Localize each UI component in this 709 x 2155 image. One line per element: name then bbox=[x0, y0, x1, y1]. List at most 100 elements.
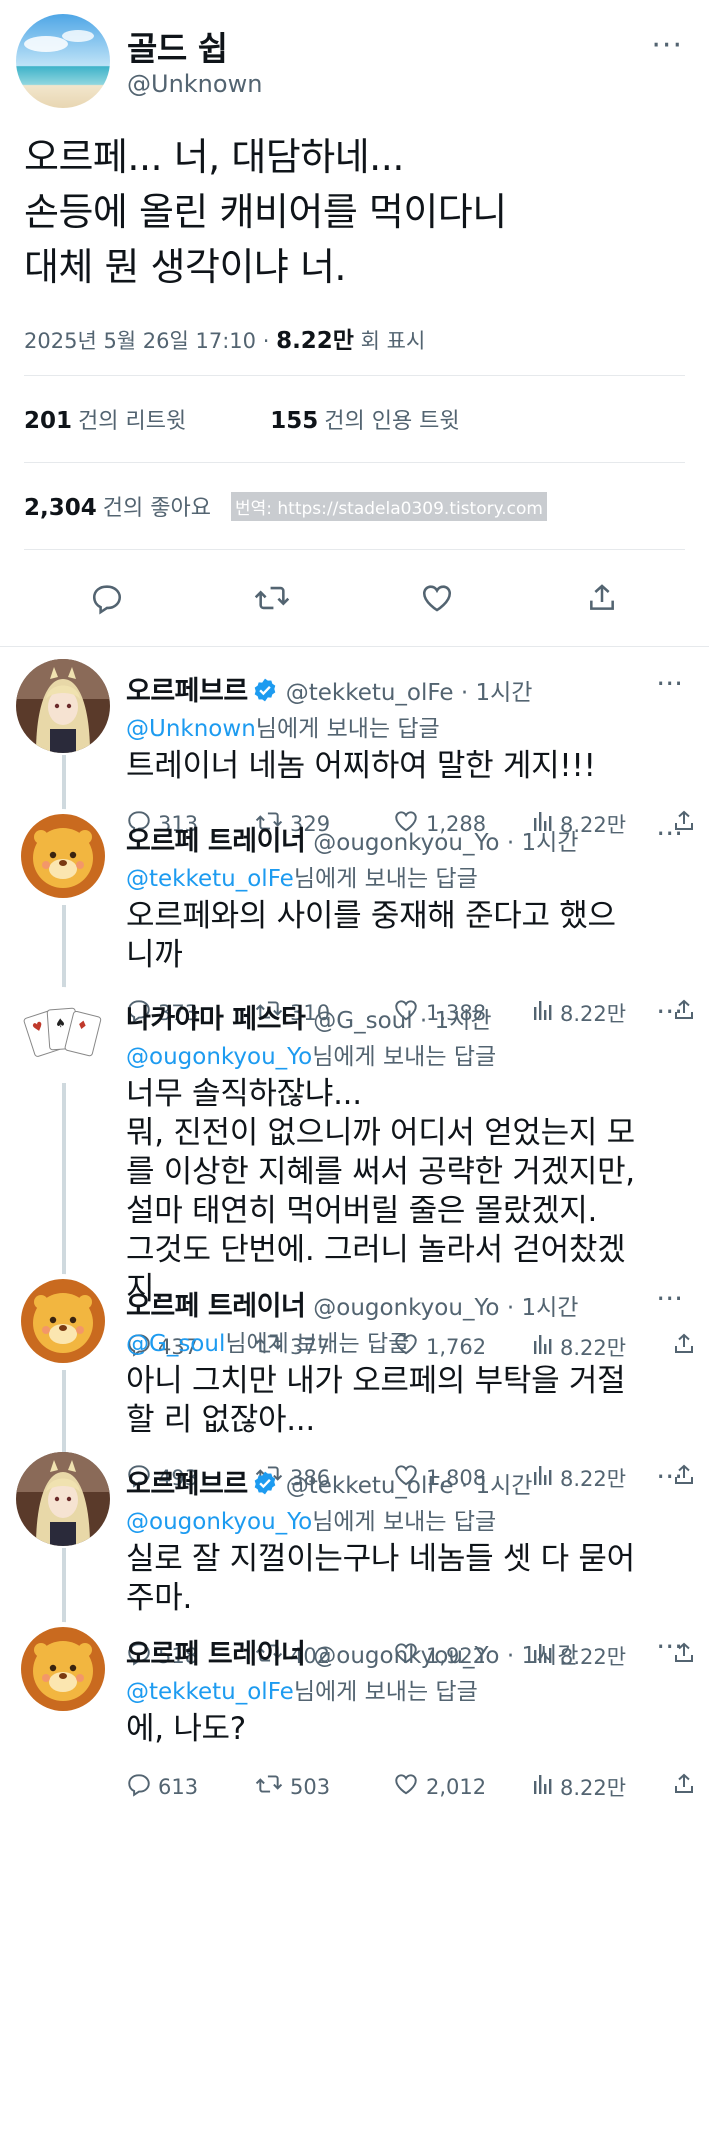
reply-to-handle[interactable]: @G_soul bbox=[126, 1331, 225, 1357]
views-count: 8.22만 bbox=[560, 1775, 627, 1800]
reply-text-line: 뭐, 진전이 없으니까 어디서 얻었는지 모 bbox=[126, 1115, 635, 1151]
avatar[interactable] bbox=[16, 1622, 110, 1716]
heart-icon bbox=[392, 1771, 426, 1802]
reply-text-line: 실로 잘 지껄이는구나 네놈들 셋 다 묻어 bbox=[126, 1541, 635, 1577]
reply-to-handle[interactable]: @tekketu_olFe bbox=[126, 866, 294, 892]
avatar[interactable] bbox=[16, 14, 110, 108]
reply-to-suffix: 님에게 보내는 답글 bbox=[312, 1509, 497, 1535]
reply-button[interactable]: 613 bbox=[126, 1771, 232, 1802]
author-handle[interactable]: @Unknown bbox=[127, 70, 262, 98]
views-icon bbox=[532, 1772, 560, 1801]
author-name[interactable]: 오르페브르 bbox=[126, 1469, 248, 1500]
main-tweet-header: 골드 쉽 @Unknown ··· bbox=[0, 0, 709, 122]
author-name[interactable]: 나카야마 페스타 bbox=[126, 1004, 306, 1035]
reply-to: @Unknown님에게 보내는 답글 bbox=[126, 709, 440, 743]
reply-to-handle[interactable]: @ougonkyou_Yo bbox=[126, 1509, 312, 1535]
svg-text:♠: ♠ bbox=[55, 1016, 67, 1031]
more-options-icon[interactable]: ··· bbox=[656, 667, 683, 700]
author-name[interactable]: 오르페브르 bbox=[126, 676, 248, 707]
retweet-icon bbox=[254, 1771, 290, 1802]
avatar[interactable]: ♥ ♠ ♦ bbox=[16, 987, 110, 1081]
avatar[interactable] bbox=[16, 1452, 110, 1546]
more-options-icon[interactable]: ··· bbox=[651, 28, 683, 63]
reply-to-handle[interactable]: @Unknown bbox=[126, 716, 256, 742]
reply-to: @tekketu_olFe님에게 보내는 답글 bbox=[126, 859, 478, 893]
avatar[interactable] bbox=[16, 1274, 110, 1368]
author-handle[interactable]: @tekketu_olFe · 1시간 bbox=[286, 1473, 533, 1499]
tweet-text-line: 대체 뭔 생각이냐 너. bbox=[24, 245, 347, 289]
more-options-icon[interactable]: ··· bbox=[656, 817, 683, 850]
retweet-count[interactable]: 201 건의 리트윗 bbox=[24, 403, 186, 435]
reply-text-line: 에, 나도? bbox=[126, 1711, 246, 1747]
author-handle[interactable]: @G_soul · 1시간 bbox=[313, 1008, 491, 1034]
reply-text: 에, 나도? bbox=[126, 1710, 686, 1749]
like-count[interactable]: 2,304 건의 좋아요 bbox=[24, 490, 211, 522]
author-name[interactable]: 오르페 트레이너 bbox=[126, 1291, 306, 1322]
reply-text: 오르페와의 사이를 중재해 준다고 했으 니까 bbox=[126, 897, 686, 975]
author-handle[interactable]: @tekketu_olFe · 1시간 bbox=[286, 680, 533, 706]
reply-header: 오르페 트레이너 @ougonkyou_Yo · 1시간 bbox=[126, 819, 578, 858]
author-name[interactable]: 오르페 트레이너 bbox=[126, 826, 306, 857]
heart-icon[interactable] bbox=[415, 576, 459, 620]
reply-to-suffix: 님에게 보내는 답글 bbox=[293, 866, 478, 892]
reply-to-suffix: 님에게 보내는 답글 bbox=[255, 716, 440, 742]
reply-text: 트레이너 네놈 어찌하여 말한 게지!!! bbox=[126, 747, 686, 786]
quote-count[interactable]: 155 건의 인용 트윗 bbox=[270, 403, 459, 435]
reply-to: @ougonkyou_Yo님에게 보내는 답글 bbox=[126, 1502, 496, 1536]
avatar[interactable] bbox=[16, 659, 110, 753]
retweet-button[interactable]: 503 bbox=[254, 1771, 370, 1802]
reply-text-line: 아니 그치만 내가 오르페의 부탁을 거절 bbox=[126, 1363, 626, 1399]
author-handle[interactable]: @ougonkyou_Yo · 1시간 bbox=[313, 830, 578, 856]
reply-tweet[interactable]: 오르페 트레이너 @ougonkyou_Yo · 1시간 ··· @tekketu_o… bbox=[0, 797, 709, 1026]
reply-header: 나카야마 페스타 @G_soul · 1시간 bbox=[126, 997, 492, 1036]
reply-tweet[interactable]: 오르페브르 @tekketu_olFe · 1시간 ··· @Unknown님에게 보… bbox=[0, 647, 709, 837]
views-count: 8.22만 bbox=[276, 328, 354, 354]
reply-to: @ougonkyou_Yo님에게 보내는 답글 bbox=[126, 1037, 496, 1071]
share-icon[interactable] bbox=[580, 576, 624, 620]
reply-text: 실로 잘 지껄이는구나 네놈들 셋 다 묻어 주마. bbox=[126, 1540, 686, 1618]
reply-to: @G_soul님에게 보내는 답글 bbox=[126, 1324, 409, 1358]
reply-to-handle[interactable]: @ougonkyou_Yo bbox=[126, 1044, 312, 1070]
author-handle[interactable]: @ougonkyou_Yo · 1시간 bbox=[313, 1295, 578, 1321]
reply-icon bbox=[126, 1771, 158, 1802]
reply-header: 오르페브르 @tekketu_olFe · 1시간 bbox=[126, 1462, 532, 1503]
reply-text-line: 니까 bbox=[126, 937, 183, 973]
thread-line bbox=[62, 1083, 66, 1282]
verified-badge-icon bbox=[252, 677, 278, 710]
reply-header: 오르페브르 @tekketu_olFe · 1시간 bbox=[126, 669, 532, 710]
reply-count: 613 bbox=[158, 1774, 199, 1799]
tweet-thread-page: 골드 쉽 @Unknown ··· 오르페... 너, 대담하네... 손등에 … bbox=[0, 0, 709, 2155]
reply-to-handle[interactable]: @tekketu_olFe bbox=[126, 1679, 294, 1705]
reply-icon[interactable] bbox=[85, 576, 129, 620]
retweet-stats: 201 건의 리트윗 155 건의 인용 트윗 bbox=[0, 376, 709, 462]
like-button[interactable]: 2,012 bbox=[392, 1771, 510, 1802]
reply-tweet[interactable]: 오르페 트레이너 @ougonkyou_Yo · 1시간 ··· @G_soul님에게… bbox=[0, 1262, 709, 1491]
author-handle[interactable]: @ougonkyou_Yo · 1시간 bbox=[313, 1643, 578, 1669]
reply-to-suffix: 님에게 보내는 답글 bbox=[293, 1679, 478, 1705]
more-options-icon[interactable]: ··· bbox=[656, 995, 683, 1028]
reply-text-line: 설마 태연히 먹어버릴 줄은 몰랐겠지. bbox=[126, 1193, 598, 1229]
retweet-icon[interactable] bbox=[250, 576, 294, 620]
reply-text: 아니 그치만 내가 오르페의 부탁을 거절 할 리 없잖아... bbox=[126, 1362, 686, 1440]
views-button[interactable]: 8.22만 bbox=[532, 1772, 650, 1802]
author-name[interactable]: 골드 쉽 bbox=[127, 22, 228, 70]
reply-text-line: 오르페와의 사이를 중재해 준다고 했으 bbox=[126, 898, 616, 934]
tweet-date[interactable]: 2025년 5월 26일 17:10 · bbox=[24, 329, 276, 353]
avatar[interactable] bbox=[16, 809, 110, 903]
reply-text-line: 할 리 없잖아... bbox=[126, 1402, 315, 1438]
reply-header: 오르페 트레이너 @ougonkyou_Yo · 1시간 bbox=[126, 1284, 578, 1323]
author-name[interactable]: 오르페 트레이너 bbox=[126, 1639, 306, 1670]
tweet-text: 오르페... 너, 대담하네... 손등에 올린 캐비어를 먹이다니 대체 뭔 … bbox=[24, 122, 685, 295]
reply-tweet[interactable]: 오르페 트레이너 @ougonkyou_Yo · 1시간 ··· @tekketu_o… bbox=[0, 1610, 709, 1800]
more-options-icon[interactable]: ··· bbox=[656, 1630, 683, 1663]
reply-tweet[interactable]: 오르페브르 @tekketu_olFe · 1시간 ··· @ougonkyou_Yo… bbox=[0, 1440, 709, 1669]
share-button[interactable] bbox=[672, 1771, 702, 1802]
reply-to-suffix: 님에게 보내는 답글 bbox=[225, 1331, 410, 1357]
verified-badge-icon bbox=[252, 1470, 278, 1503]
reply-tweet[interactable]: ♥ ♠ ♦ 나카야마 페스타 @G_soul · 1시간 ··· @ougonkyou_Yo… bbox=[0, 975, 709, 1360]
tweet-text-line: 손등에 올린 캐비어를 먹이다니 bbox=[24, 190, 507, 234]
reply-to-suffix: 님에게 보내는 답글 bbox=[312, 1044, 497, 1070]
reply-action-bar: 613 503 2,012 8.22만 bbox=[126, 1771, 709, 1802]
more-options-icon[interactable]: ··· bbox=[656, 1460, 683, 1493]
more-options-icon[interactable]: ··· bbox=[656, 1282, 683, 1315]
